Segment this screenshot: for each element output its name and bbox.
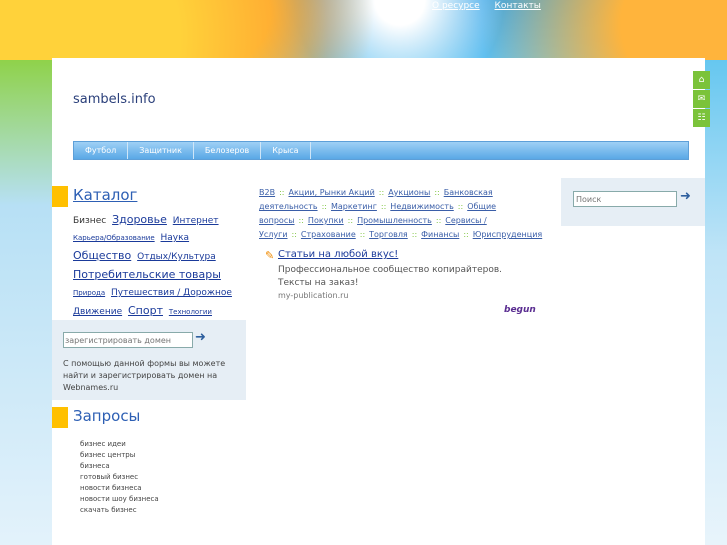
catalog-link[interactable]: Природа [73, 289, 105, 297]
category-separator: :: [380, 202, 387, 211]
search-submit-arrow-icon[interactable]: ➜ [680, 189, 691, 204]
category-separator: :: [298, 216, 304, 225]
catalog-link[interactable]: Наука [161, 233, 190, 243]
category-separator: :: [457, 202, 464, 211]
catalog-header: Каталог [52, 186, 246, 208]
query-item[interactable]: новости бизнеса [80, 483, 159, 494]
begun-label[interactable]: begun [504, 305, 536, 315]
category-separator: :: [435, 216, 442, 225]
pen-icon: ✎ [265, 249, 275, 262]
query-item[interactable]: бизнеса [80, 461, 159, 472]
left-background [0, 60, 52, 545]
category-link[interactable]: Юриспруденция [473, 230, 543, 239]
side-icons: ⌂ ✉ ☷ [693, 71, 710, 128]
catalog-link[interactable]: Спорт [128, 304, 163, 317]
query-item[interactable]: новости шоу бизнеса [80, 494, 159, 505]
category-links: B2B:: Акции, Рынки Акций:: Аукционы:: Банко… [259, 186, 542, 242]
nav-item-rat[interactable]: Крыса [261, 142, 311, 159]
category-separator: :: [359, 230, 366, 239]
query-item[interactable]: скачать бизнес [80, 505, 159, 516]
catalog-link[interactable]: Карьера/Образование [73, 234, 155, 242]
category-separator: :: [291, 230, 297, 239]
catalog-link[interactable]: Общество [73, 249, 131, 262]
catalog-link[interactable]: Здоровье [112, 213, 167, 226]
nav-item-football[interactable]: Футбол [74, 142, 129, 159]
query-item[interactable]: бизнес идеи [80, 439, 159, 450]
catalog-link[interactable]: Движение [73, 307, 122, 317]
ad-url[interactable]: my-publication.ru [278, 291, 348, 300]
domain-form-description: С помощью данной формы вы можете найти и… [63, 359, 226, 392]
queries-title: Запросы [73, 407, 141, 425]
ad-title[interactable]: Статьи на любой вкус! [278, 249, 398, 260]
query-item[interactable]: готовый бизнес [80, 472, 159, 483]
query-item[interactable]: бизнес центры [80, 450, 159, 461]
category-link[interactable]: B2B [259, 188, 275, 197]
category-separator: :: [434, 188, 440, 197]
catalog-links: Бизнес Здоровье Интернет Карьера/Образов… [73, 211, 248, 321]
ad-text: Профессиональное сообщество копирайтеров… [278, 265, 503, 288]
category-separator: :: [321, 202, 327, 211]
category-link[interactable]: Финансы [421, 230, 459, 239]
category-separator: :: [279, 188, 285, 197]
category-link[interactable]: Маркетинг [331, 202, 377, 211]
queries-header: Запросы [52, 407, 246, 429]
domain-form: ➜ С помощью данной формы вы можете найти… [52, 320, 246, 400]
queries-marker [52, 407, 68, 428]
about-link[interactable]: О ресурсе [432, 1, 480, 11]
nav-item-defender[interactable]: Защитник [128, 142, 194, 159]
catalog-link: Бизнес [73, 216, 107, 226]
category-separator: :: [347, 216, 354, 225]
catalog-title[interactable]: Каталог [73, 186, 137, 204]
catalog-marker [52, 186, 68, 207]
category-link[interactable]: Торговля [369, 230, 408, 239]
category-separator: :: [378, 188, 385, 197]
category-link[interactable]: Промышленность [357, 216, 432, 225]
domain-submit-arrow-icon[interactable]: ➜ [195, 330, 206, 345]
catalog-link[interactable]: Путешествия / Дорожное [111, 288, 232, 298]
sitemap-icon[interactable]: ☷ [693, 109, 710, 127]
search-input[interactable] [573, 191, 677, 207]
search-box: ➜ [561, 178, 705, 226]
catalog-link[interactable]: Интернет [173, 216, 219, 226]
main-nav: Футбол Защитник Белозеров Крыса [73, 141, 689, 160]
home-icon[interactable]: ⌂ [693, 71, 710, 89]
queries-list: бизнес идеи бизнес центры бизнеса готовый б… [80, 439, 159, 516]
category-link[interactable]: Акции, Рынки Акций [288, 188, 374, 197]
right-background [705, 60, 727, 545]
category-separator: :: [411, 230, 418, 239]
category-separator: :: [463, 230, 469, 239]
catalog-link[interactable]: Технологии [169, 308, 212, 316]
catalog-link[interactable]: Отдых/Культура [137, 252, 216, 262]
category-link[interactable]: Недвижимость [390, 202, 454, 211]
contacts-link[interactable]: Контакты [495, 1, 541, 11]
category-link[interactable]: Покупки [308, 216, 344, 225]
category-link[interactable]: Аукционы [388, 188, 430, 197]
top-links: О ресурсе Контакты [432, 1, 553, 11]
catalog-link[interactable]: Потребительские товары [73, 268, 221, 281]
domain-input[interactable] [63, 332, 193, 348]
category-link[interactable]: Страхование [301, 230, 356, 239]
site-title[interactable]: sambels.info [73, 92, 156, 107]
mail-icon[interactable]: ✉ [693, 90, 710, 108]
nav-item-belozerov[interactable]: Белозеров [194, 142, 262, 159]
